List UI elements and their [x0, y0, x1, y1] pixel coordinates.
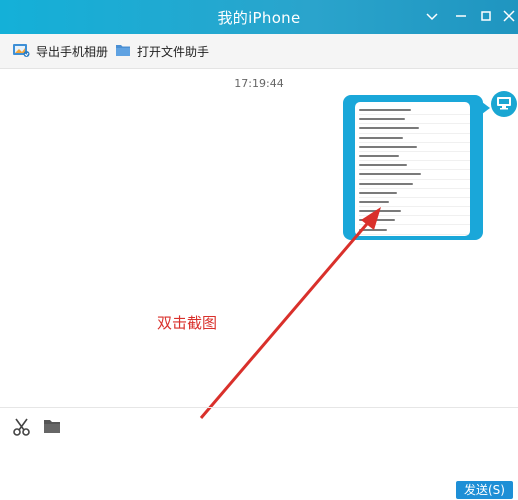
thumbnail-line — [359, 170, 470, 180]
export-photos-button[interactable]: 导出手机相册 — [12, 42, 108, 60]
thumbnail-line — [359, 106, 470, 116]
scissors-icon[interactable] — [12, 417, 32, 437]
send-button[interactable]: 发送(S) — [456, 481, 513, 499]
window-title: 我的iPhone — [217, 9, 301, 27]
thumbnail-line — [359, 207, 470, 217]
open-file-helper-button[interactable]: 打开文件助手 — [115, 42, 209, 60]
input-toolbar — [12, 417, 62, 437]
screenshot-thumbnail[interactable] — [355, 102, 470, 236]
maximize-icon[interactable] — [478, 8, 494, 24]
toolbar: 导出手机相册 打开文件助手 — [0, 34, 518, 69]
thumbnail-line — [359, 143, 470, 152]
chevron-down-icon[interactable] — [424, 8, 440, 24]
message-input[interactable] — [0, 440, 518, 480]
bubble-tail — [482, 102, 490, 114]
open-file-helper-label: 打开文件助手 — [137, 44, 210, 59]
thumbnail-line — [359, 124, 470, 134]
thumbnail-line — [359, 198, 470, 208]
thumbnail-line — [359, 225, 470, 235]
message-timestamp: 17:19:44 — [234, 77, 284, 90]
folder-icon — [115, 43, 131, 60]
avatar[interactable] — [491, 91, 517, 117]
thumbnail-line — [359, 115, 470, 125]
annotation-text: 双击截图 — [157, 314, 218, 332]
input-divider — [0, 407, 518, 408]
thumbnail-line — [359, 152, 470, 162]
thumbnail-line — [359, 134, 470, 143]
folder-icon[interactable] — [42, 417, 62, 437]
photo-export-icon — [12, 42, 30, 61]
thumbnail-line — [359, 235, 470, 236]
minimize-icon[interactable] — [453, 8, 469, 24]
chat-area[interactable]: 17:19:44 双击截图 — [0, 69, 518, 407]
title-bar: 我的iPhone — [0, 0, 518, 34]
computer-icon — [496, 95, 512, 114]
export-photos-label: 导出手机相册 — [36, 44, 109, 59]
thumbnail-line — [359, 216, 470, 226]
thumbnail-line — [359, 161, 470, 171]
close-icon[interactable] — [501, 8, 517, 24]
thumbnail-line — [359, 189, 470, 198]
thumbnail-line — [359, 180, 470, 189]
